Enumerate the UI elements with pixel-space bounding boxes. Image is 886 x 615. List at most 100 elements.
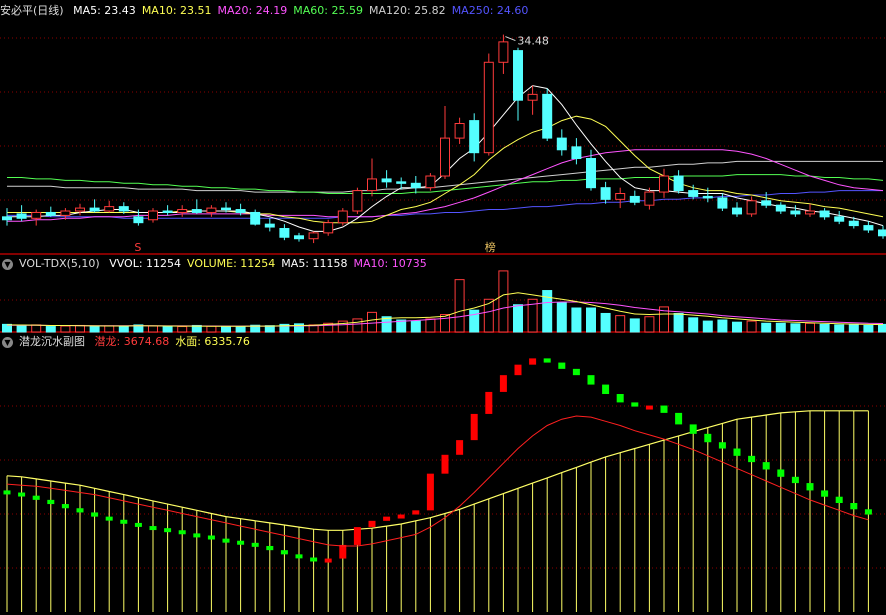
qianlong-bar bbox=[470, 413, 478, 441]
qianlong-bar bbox=[441, 454, 449, 474]
main-panel-header: 安必平(日线) MA5: 23.43 MA10: 23.51 MA20: 24.19… bbox=[0, 3, 540, 19]
sub-indicators: 潜龙: 3674.68 水面: 6335.76 bbox=[95, 335, 256, 348]
qianlong-bar bbox=[222, 538, 230, 543]
marker-0: S bbox=[134, 241, 141, 254]
qianlong-bar bbox=[353, 527, 361, 545]
candle-body bbox=[819, 210, 830, 218]
candle-body bbox=[133, 216, 144, 224]
qianlong-bar bbox=[149, 526, 157, 531]
volume-bar bbox=[571, 307, 582, 333]
qianlong-bar bbox=[645, 405, 653, 410]
qianlong-bar bbox=[835, 496, 843, 504]
collapse-icon[interactable]: ▼ bbox=[2, 336, 13, 348]
qianlong-bar bbox=[529, 358, 537, 365]
qianlong-bar bbox=[251, 542, 259, 547]
high-price-label: 34.48 bbox=[517, 35, 549, 48]
candle-body bbox=[162, 210, 173, 214]
vol-legend-0: VVOL: 11254 bbox=[109, 257, 182, 270]
volume-bar bbox=[177, 326, 188, 333]
candle-body bbox=[761, 200, 772, 206]
candle-body bbox=[556, 137, 567, 151]
qianlong-bar bbox=[762, 462, 770, 470]
volume-bar bbox=[732, 321, 742, 333]
ma-legend-2: MA20: 24.19 bbox=[217, 4, 288, 17]
sub-legend-1: 水面: 6335.76 bbox=[175, 335, 250, 348]
qianlong-bar bbox=[76, 508, 84, 513]
candle-body bbox=[775, 204, 786, 212]
sub-panel-name: 潜龙沉水副图 bbox=[19, 335, 85, 348]
qianlong-bar bbox=[193, 533, 201, 538]
candle-body bbox=[250, 211, 261, 225]
candle-body bbox=[279, 228, 290, 238]
candle-body bbox=[644, 191, 655, 206]
volume-bar bbox=[790, 323, 801, 333]
volume-bar bbox=[834, 324, 845, 333]
candle-body bbox=[863, 225, 874, 231]
candle-body bbox=[513, 50, 523, 101]
volume-bar bbox=[848, 323, 859, 333]
candle-body bbox=[454, 123, 465, 139]
volume-bar bbox=[148, 325, 158, 333]
candle-body bbox=[732, 207, 742, 215]
candle-body bbox=[148, 210, 158, 221]
sub-legend-0: 潜龙: 3674.68 bbox=[94, 335, 170, 348]
qianlong-bar bbox=[3, 490, 11, 495]
candle-body bbox=[746, 200, 757, 215]
qianlong-bar bbox=[485, 391, 493, 414]
candle-body bbox=[848, 220, 859, 227]
candle-body bbox=[323, 222, 334, 234]
candle-body bbox=[2, 216, 12, 221]
qianlong-bar bbox=[397, 514, 405, 519]
sub-panel-header: ▼ 潜龙沉水副图 潜龙: 3674.68 水面: 6335.76 bbox=[0, 334, 262, 350]
volume-bar bbox=[819, 323, 830, 333]
volume-bar bbox=[702, 320, 713, 333]
qianlong-bar bbox=[412, 510, 420, 515]
qianlong-bar bbox=[558, 362, 566, 369]
qianlong-bar bbox=[426, 473, 434, 511]
vol-legend-1: VOLUME: 11254 bbox=[187, 257, 276, 270]
volume-bar bbox=[513, 304, 523, 333]
qianlong-bar bbox=[675, 412, 683, 425]
qianlong-bar bbox=[207, 535, 215, 540]
candle-body bbox=[629, 195, 640, 203]
candle-body bbox=[600, 187, 611, 200]
qianlong-bar bbox=[572, 368, 580, 376]
qianlong-bar bbox=[733, 448, 741, 456]
qianlong-bar bbox=[616, 394, 624, 403]
volume-bar bbox=[60, 325, 71, 333]
candle bbox=[483, 53, 494, 156]
candle-body bbox=[367, 178, 377, 192]
candle bbox=[337, 208, 348, 226]
qianlong-bar bbox=[324, 558, 332, 563]
volume-bar bbox=[89, 325, 100, 333]
candle-body bbox=[440, 137, 450, 177]
candle-body bbox=[381, 178, 392, 183]
qianlong-bar bbox=[806, 483, 814, 491]
candle-body bbox=[337, 210, 348, 224]
candle-body bbox=[45, 211, 56, 216]
volume-bar bbox=[629, 318, 640, 333]
volume-bar bbox=[206, 325, 217, 333]
qianlong-bar bbox=[850, 503, 858, 510]
candle-body bbox=[717, 197, 728, 209]
qianlong-bar bbox=[383, 516, 391, 521]
qianlong-bar bbox=[61, 504, 69, 509]
kline-chart[interactable]: 34.48 S 榜 bbox=[0, 0, 886, 615]
qianlong-bar bbox=[310, 557, 318, 562]
vol-legend-2: MA5: 11158 bbox=[281, 257, 348, 270]
qianlong-bar bbox=[134, 522, 142, 527]
qianlong-bar bbox=[120, 519, 128, 524]
candle-body bbox=[221, 207, 231, 211]
collapse-icon[interactable]: ▼ bbox=[2, 258, 13, 270]
volume-bar bbox=[775, 322, 786, 333]
volume-bar bbox=[16, 324, 27, 333]
candle-body bbox=[469, 120, 480, 154]
stock-name: 安必平 bbox=[0, 4, 33, 17]
qianlong-bar bbox=[164, 528, 172, 533]
qianlong-bar bbox=[704, 433, 712, 443]
ma-legend-4: MA120: 25.82 bbox=[368, 4, 446, 17]
qianlong-bar bbox=[91, 512, 99, 517]
qianlong-bar bbox=[689, 424, 697, 434]
candle-body bbox=[571, 146, 582, 160]
volume-bar bbox=[863, 324, 874, 333]
